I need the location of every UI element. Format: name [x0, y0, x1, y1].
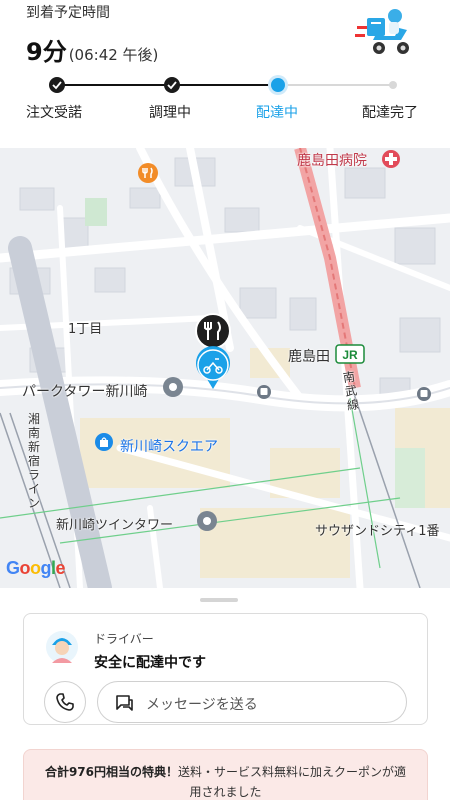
eta-time: (06:42 午後) [68, 46, 159, 64]
delivery-scooter-illustration [355, 9, 409, 54]
map-label-kashimada: 鹿島田 [288, 349, 330, 365]
eta-label: 到着予定時間 [26, 5, 110, 21]
delivery-map[interactable]: JR 鹿島田病院 1丁目 パークタワー新川崎 鹿島田 南武線 湘南新宿ライン 新… [0, 148, 450, 588]
chat-icon [116, 695, 133, 711]
driver-status-text: 安全に配達中です [94, 655, 206, 671]
promo-banner: 合計976円相当の特典！送料・サービス料無料に加えクーポンが適用されました [23, 749, 428, 800]
eta-row: 9分 (06:42 午後) [26, 32, 158, 67]
order-progress-tracker: 注文受諾 調理中 配達中 配達完了 [0, 72, 450, 132]
step-done-check-icon [49, 77, 65, 93]
map-label-hospital: 鹿島田病院 [297, 153, 367, 169]
driver-card: ドライバー 安全に配達中です メッセージを送る [23, 613, 428, 725]
step-label-delivering: 配達中 [256, 105, 298, 121]
hospital-poi-icon[interactable] [380, 148, 402, 170]
driver-location-marker-icon[interactable] [193, 345, 233, 391]
step-done-check-icon [164, 77, 180, 93]
landmark-pin-icon[interactable] [196, 510, 218, 532]
jr-badge-label: JR [342, 348, 358, 362]
send-message-button[interactable]: メッセージを送る [97, 681, 407, 723]
map-label-thousand-city: サウザンドシティ1番 [315, 524, 440, 539]
eta-minutes: 9分 [26, 38, 67, 66]
map-label-shonan-line: 湘南新宿ライン [28, 412, 41, 510]
call-driver-button[interactable] [44, 681, 86, 723]
step-pending-dot-icon [389, 81, 397, 89]
google-attribution-logo[interactable]: Google [6, 558, 66, 579]
restaurant-poi-icon[interactable] [137, 162, 159, 184]
driver-role-label: ドライバー [94, 632, 154, 646]
driver-avatar-icon [46, 631, 78, 663]
jr-station-badge[interactable]: JR [335, 344, 365, 364]
promo-bold-text: 合計976円相当の特典！ [44, 765, 179, 779]
order-tracking-screen: 到着予定時間 9分 (06:42 午後) 注文受諾 調理中 配達中 配達完了 J… [0, 0, 450, 800]
landmark-pin-icon[interactable] [162, 376, 184, 398]
shopping-poi-icon[interactable] [94, 432, 114, 452]
bottom-sheet: ドライバー 安全に配達中です メッセージを送る 合計976円相当の特典！送料・サ… [0, 588, 450, 800]
map-label-twin-tower: 新川崎ツインタワー [56, 518, 174, 533]
step-current-dot-icon [268, 75, 288, 95]
map-label-square: 新川崎スクエア [120, 439, 218, 455]
bus-stop-icon[interactable] [416, 386, 432, 402]
sheet-drag-handle[interactable] [200, 598, 238, 602]
step-label-accepted: 注文受諾 [26, 105, 82, 121]
progress-line [49, 75, 397, 95]
map-label-park-tower: パークタワー新川崎 [22, 384, 148, 400]
step-label-completed: 配達完了 [362, 105, 418, 121]
map-label-chome: 1丁目 [68, 322, 103, 337]
bus-stop-icon[interactable] [256, 384, 272, 400]
send-message-label: メッセージを送る [146, 697, 258, 713]
step-label-cooking: 調理中 [149, 105, 191, 121]
phone-icon [56, 693, 74, 711]
promo-text: 送料・サービス料無料に加えクーポンが適用されました [178, 765, 407, 799]
